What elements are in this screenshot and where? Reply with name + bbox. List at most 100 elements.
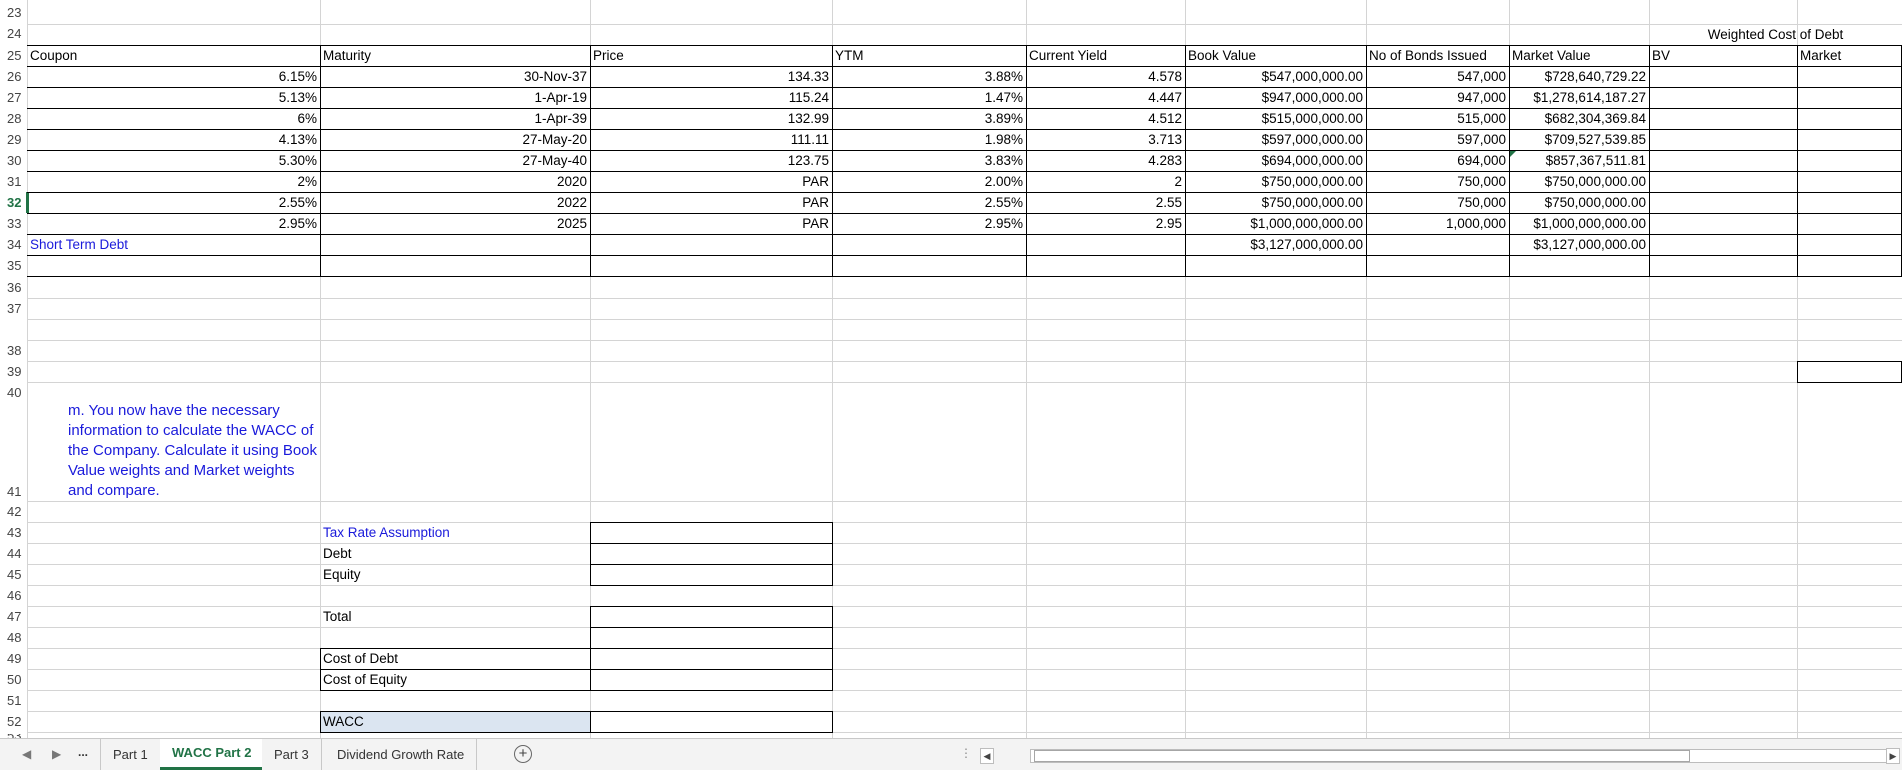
cell-ytm[interactable]: 2.00% <box>832 174 1023 189</box>
cell-market-value[interactable]: $1,278,614,187.27 <box>1509 90 1646 105</box>
cell-maturity[interactable]: 27-May-40 <box>320 153 587 168</box>
cost-of-debt-input[interactable] <box>590 648 833 670</box>
row-header[interactable]: 28 <box>0 111 26 126</box>
cell-current-yield[interactable]: 2.55 <box>1026 195 1182 210</box>
cell-ytm[interactable]: 2.55% <box>832 195 1023 210</box>
cell-bonds-issued[interactable]: 547,000 <box>1366 69 1506 84</box>
row-header[interactable]: 25 <box>0 48 26 63</box>
cell-bonds-issued[interactable]: 750,000 <box>1366 195 1506 210</box>
cell-price[interactable]: 132.99 <box>590 111 829 126</box>
row-header[interactable]: 35 <box>0 258 26 273</box>
cell-maturity[interactable]: 30-Nov-37 <box>320 69 587 84</box>
cell-book-value[interactable]: $1,000,000,000.00 <box>1185 216 1363 231</box>
row-header-active[interactable]: 32 <box>0 195 26 210</box>
cell-book-value[interactable]: $694,000,000.00 <box>1185 153 1363 168</box>
cell-bonds-issued[interactable]: 694,000 <box>1366 153 1506 168</box>
total-input[interactable] <box>590 606 833 628</box>
header-current-yield[interactable]: Current Yield <box>1026 48 1107 63</box>
cell-book-value[interactable]: $597,000,000.00 <box>1185 132 1363 147</box>
cost-of-equity-input[interactable] <box>590 669 833 691</box>
scrollbar-thumb[interactable] <box>1034 750 1690 762</box>
weighted-cost-debt-header[interactable]: Weighted Cost of Debt <box>1649 27 1902 42</box>
row-header[interactable]: 27 <box>0 90 26 105</box>
tax-rate-label[interactable]: Tax Rate Assumption <box>320 525 450 540</box>
row-header[interactable]: 40 <box>0 385 26 400</box>
cell-book-value[interactable]: $515,000,000.00 <box>1185 111 1363 126</box>
cell-current-yield[interactable]: 2.95 <box>1026 216 1182 231</box>
wacc-label[interactable]: WACC <box>320 714 364 729</box>
cell-maturity[interactable]: 2025 <box>320 216 587 231</box>
cell-coupon[interactable]: 5.13% <box>27 90 317 105</box>
cell-price[interactable]: 123.75 <box>590 153 829 168</box>
row-header[interactable]: 50 <box>0 672 26 687</box>
cell-market-value[interactable]: $750,000,000.00 <box>1509 174 1646 189</box>
cell-current-yield[interactable]: 4.283 <box>1026 153 1182 168</box>
header-price[interactable]: Price <box>590 48 624 63</box>
tax-rate-input[interactable] <box>590 522 833 544</box>
row-header[interactable]: 47 <box>0 609 26 624</box>
row-header[interactable]: 24 <box>0 26 26 41</box>
tab-part-1[interactable]: Part 1 <box>100 739 161 770</box>
cell-market-value[interactable]: $728,640,729.22 <box>1509 69 1646 84</box>
cell-ytm[interactable]: 3.89% <box>832 111 1023 126</box>
blank-input[interactable] <box>590 627 833 649</box>
cell-maturity[interactable]: 2020 <box>320 174 587 189</box>
cell-market-value[interactable]: $857,367,511.81 <box>1509 153 1646 168</box>
bordered-cell[interactable] <box>1797 361 1902 383</box>
plus-circle-icon[interactable]: + <box>514 745 532 763</box>
cell-price[interactable]: PAR <box>590 174 829 189</box>
row-header[interactable]: 34 <box>0 237 26 252</box>
cell-price[interactable]: 111.11 <box>590 132 829 147</box>
row-header[interactable]: 44 <box>0 546 26 561</box>
cell-bonds-issued[interactable]: 750,000 <box>1366 174 1506 189</box>
cost-of-debt-label[interactable]: Cost of Debt <box>320 651 398 666</box>
cell-bonds-issued[interactable]: 947,000 <box>1366 90 1506 105</box>
cell-ytm[interactable]: 3.88% <box>832 69 1023 84</box>
row-header[interactable]: 41 <box>0 484 26 499</box>
triangle-right-icon[interactable]: ▶ <box>52 747 61 761</box>
row-header[interactable]: 43 <box>0 525 26 540</box>
row-header[interactable]: 26 <box>0 69 26 84</box>
cell-price[interactable]: PAR <box>590 216 829 231</box>
cell-maturity[interactable]: 27-May-20 <box>320 132 587 147</box>
tab-wacc-part-2[interactable]: WACC Part 2 <box>160 739 265 770</box>
row-header[interactable]: 29 <box>0 132 26 147</box>
total-label[interactable]: Total <box>320 609 352 624</box>
row-header[interactable]: 49 <box>0 651 26 666</box>
cell-current-yield[interactable]: 4.512 <box>1026 111 1182 126</box>
debt-input[interactable] <box>590 543 833 565</box>
cell-bonds-issued[interactable]: 597,000 <box>1366 132 1506 147</box>
cell-coupon[interactable]: 2.95% <box>27 216 317 231</box>
cell-market-value[interactable]: $1,000,000,000.00 <box>1509 216 1646 231</box>
spreadsheet-grid[interactable]: 23 24 25 26 27 28 29 30 31 32 33 34 35 3… <box>0 0 1902 738</box>
cell-market-value[interactable]: $682,304,369.84 <box>1509 111 1646 126</box>
row-header[interactable]: 51 <box>0 693 26 708</box>
wacc-input[interactable] <box>590 711 833 733</box>
cell-book-value[interactable]: $750,000,000.00 <box>1185 195 1363 210</box>
cell-coupon[interactable]: 6.15% <box>27 69 317 84</box>
cell-price[interactable]: 115.24 <box>590 90 829 105</box>
cell-coupon[interactable]: 2% <box>27 174 317 189</box>
row-header[interactable]: 46 <box>0 588 26 603</box>
header-market[interactable]: Market <box>1797 48 1841 63</box>
cell-current-yield[interactable]: 4.447 <box>1026 90 1182 105</box>
row-header[interactable]: 45 <box>0 567 26 582</box>
scroll-left-icon[interactable]: ◀ <box>980 748 994 764</box>
equity-label[interactable]: Equity <box>320 567 361 582</box>
tab-split-handle[interactable]: ⋮ <box>960 746 972 760</box>
cell-bonds-issued[interactable]: 515,000 <box>1366 111 1506 126</box>
cell-book-value[interactable]: $547,000,000.00 <box>1185 69 1363 84</box>
row-header[interactable]: 42 <box>0 504 26 519</box>
header-bv[interactable]: BV <box>1649 48 1670 63</box>
cell-ytm[interactable]: 1.98% <box>832 132 1023 147</box>
total-market-value[interactable]: $3,127,000,000.00 <box>1509 237 1646 252</box>
cell-price[interactable]: PAR <box>590 195 829 210</box>
cell-current-yield[interactable]: 4.578 <box>1026 69 1182 84</box>
cell-ytm[interactable]: 3.83% <box>832 153 1023 168</box>
cell-bonds-issued[interactable]: 1,000,000 <box>1366 216 1506 231</box>
cell-current-yield[interactable]: 2 <box>1026 174 1182 189</box>
short-term-debt-label[interactable]: Short Term Debt <box>27 237 128 252</box>
row-header[interactable]: 33 <box>0 216 26 231</box>
cell-market-value[interactable]: $709,527,539.85 <box>1509 132 1646 147</box>
debt-label[interactable]: Debt <box>320 546 352 561</box>
